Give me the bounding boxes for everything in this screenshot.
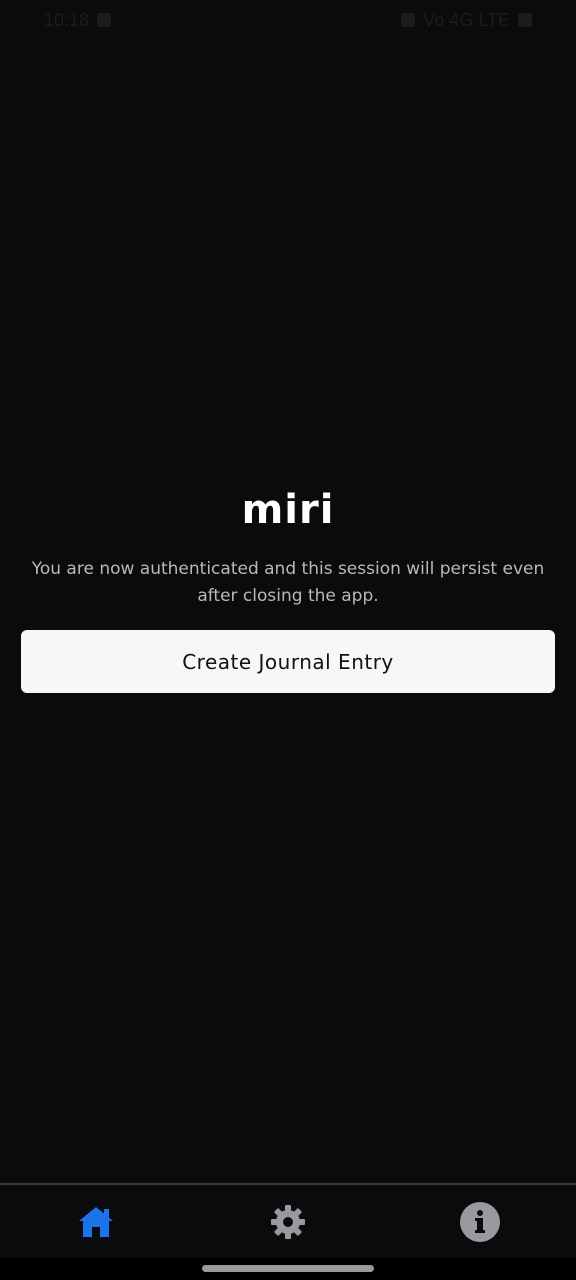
- network-indicators: Vo 4G LTE: [423, 9, 510, 30]
- app-title: miri: [241, 487, 335, 533]
- home-icon: [79, 1206, 113, 1237]
- gesture-handle[interactable]: [202, 1265, 374, 1272]
- nav-home[interactable]: [36, 1192, 156, 1252]
- status-right: Vo 4G LTE: [401, 10, 532, 31]
- status-left: 10:18: [44, 9, 112, 31]
- app-screen: 10:18 Vo 4G LTE miri You are now authent…: [0, 0, 576, 1280]
- nav-settings[interactable]: [228, 1192, 348, 1252]
- main-content: miri You are now authenticated and this …: [0, 484, 576, 693]
- status-time: 10:18: [44, 9, 90, 30]
- notification-icon: [97, 13, 112, 27]
- alarm-icon: [401, 13, 416, 27]
- gear-icon: [271, 1204, 305, 1239]
- battery-icon: [518, 13, 532, 27]
- auth-message: You are now authenticated and this sessi…: [31, 559, 545, 606]
- status-bar: 10:18 Vo 4G LTE: [0, 0, 576, 40]
- nav-info[interactable]: [420, 1192, 540, 1252]
- create-journal-entry-button[interactable]: Create Journal Entry: [21, 630, 555, 693]
- bottom-navigation: [0, 1183, 576, 1258]
- info-icon: [460, 1201, 500, 1242]
